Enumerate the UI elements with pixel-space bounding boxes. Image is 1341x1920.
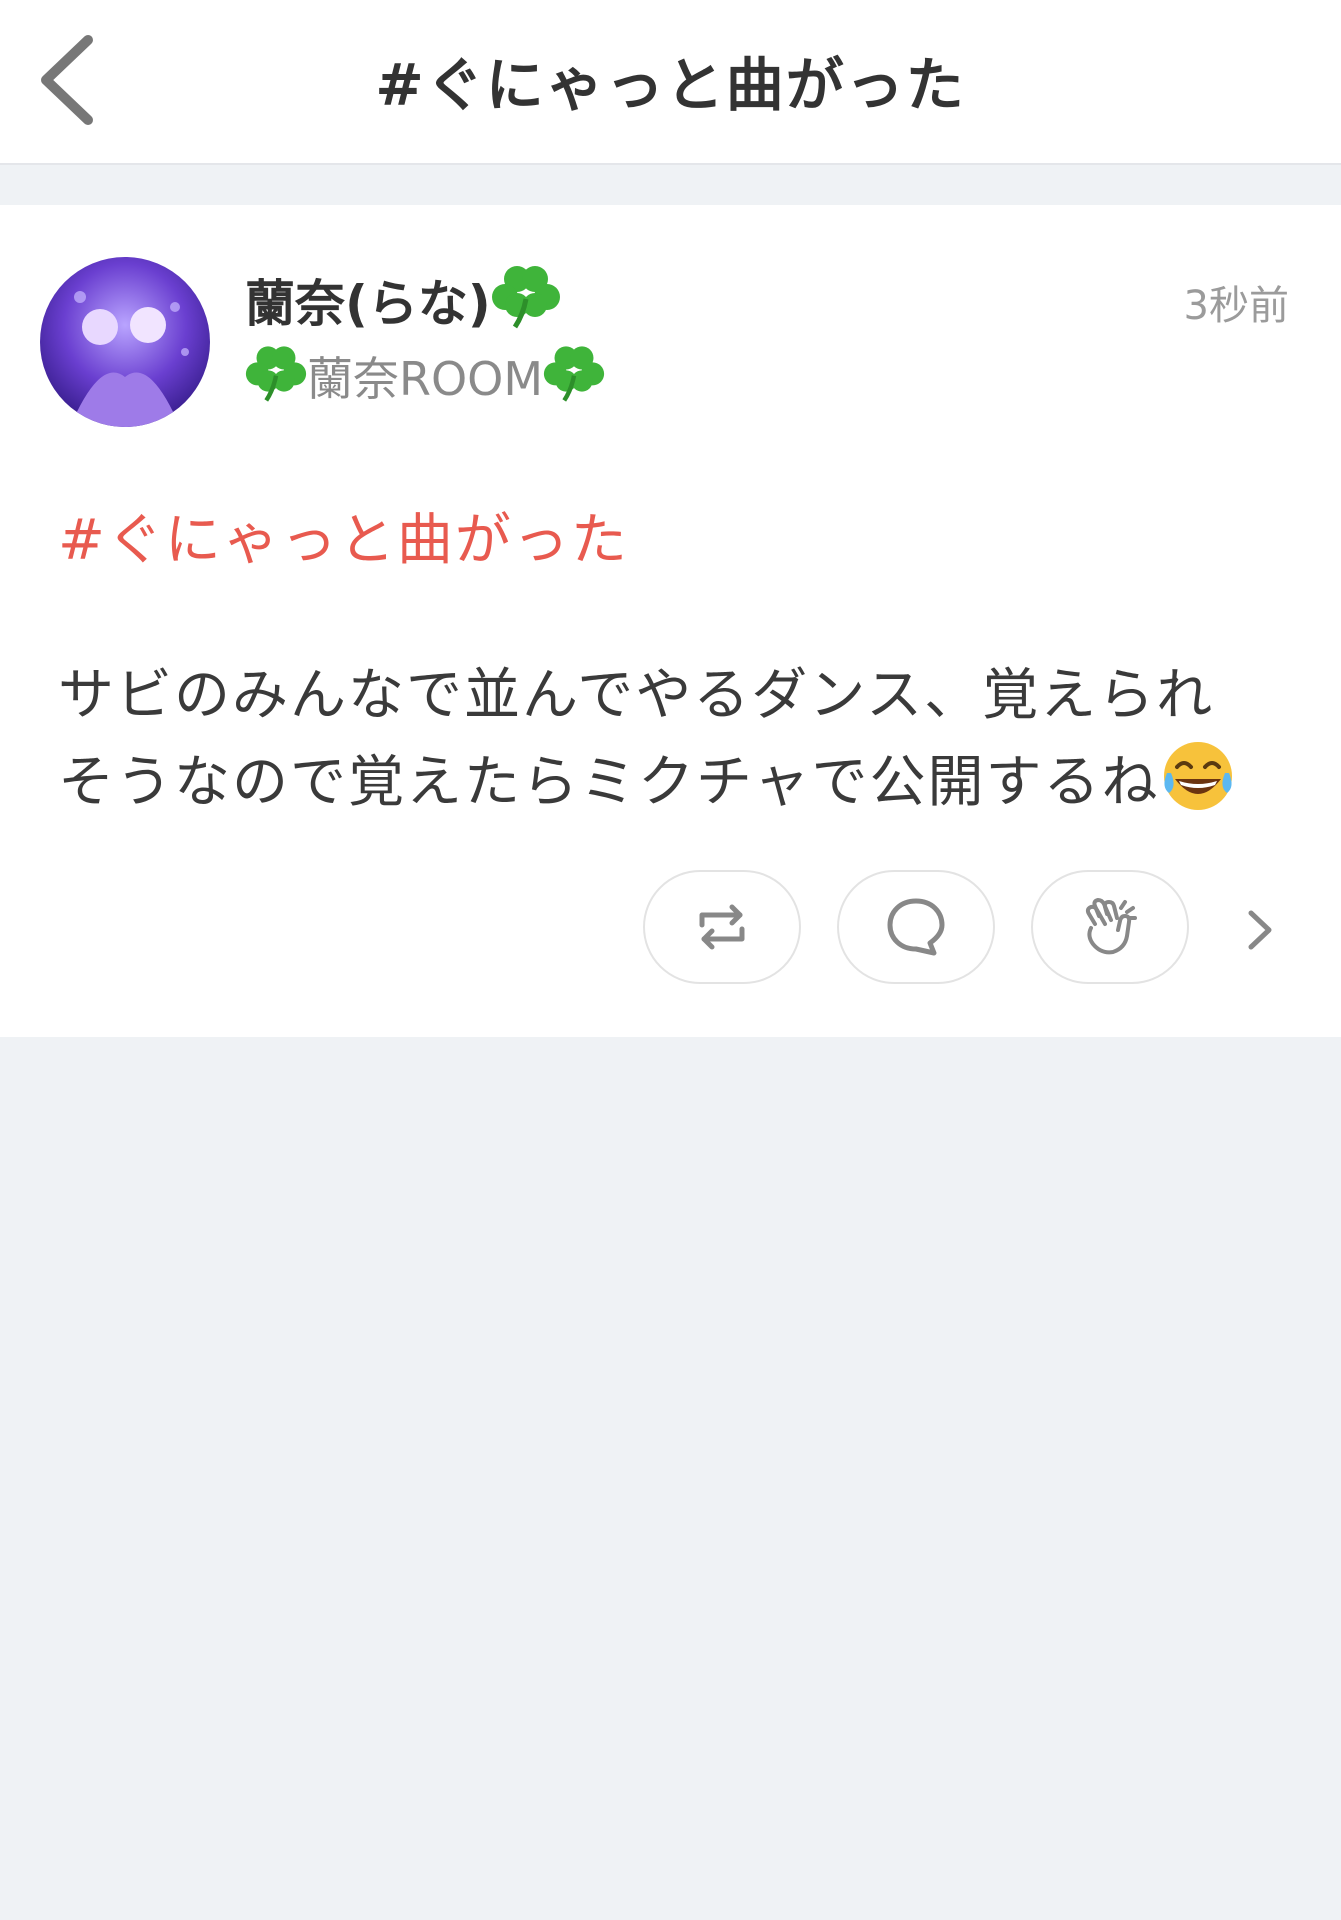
- repost-icon: [699, 904, 745, 950]
- post-timestamp: 3秒前: [1183, 283, 1289, 329]
- room-name-row[interactable]: 蘭奈ROOM: [245, 343, 605, 409]
- user-name: 蘭奈(らな): [245, 275, 491, 333]
- clap-icon: [1085, 898, 1137, 955]
- post-card: 蘭奈(らな) 蘭奈ROOM 3秒前 #ぐにゃっと曲がった サビのみんなで並んでや…: [0, 205, 1341, 1037]
- comment-icon: [887, 898, 945, 956]
- avatar[interactable]: [40, 257, 210, 427]
- repost-button[interactable]: [643, 870, 801, 984]
- user-name-row[interactable]: 蘭奈(らな): [245, 263, 561, 336]
- header-bar: #ぐにゃっと曲がった: [0, 0, 1341, 165]
- comment-button[interactable]: [837, 870, 995, 984]
- room-name: 蘭奈ROOM: [307, 352, 544, 406]
- post-body: サビのみんなで並んでやるダンス、覚えられ そうなので覚えたらミクチャで公開するね: [58, 655, 1288, 824]
- clover-icon: [543, 346, 605, 402]
- separator: [0, 165, 1341, 205]
- post-body-line-text: そうなので覚えたらミクチャで公開するね: [58, 750, 1160, 815]
- clover-icon: [245, 346, 307, 402]
- post-body-line: サビのみんなで並んでやるダンス、覚えられ: [58, 663, 1215, 728]
- chevron-right-icon: [1248, 910, 1272, 950]
- more-actions-button[interactable]: [1235, 895, 1285, 965]
- post-body-line-2: そうなので覚えたらミクチャで公開するね: [58, 737, 1288, 824]
- tears-of-joy-emoji-icon: [1164, 742, 1233, 810]
- clap-button[interactable]: [1031, 870, 1189, 984]
- clover-icon: [491, 266, 560, 329]
- hashtag-link[interactable]: #ぐにゃっと曲がった: [58, 495, 629, 576]
- page-title: #ぐにゃっと曲がった: [375, 51, 966, 119]
